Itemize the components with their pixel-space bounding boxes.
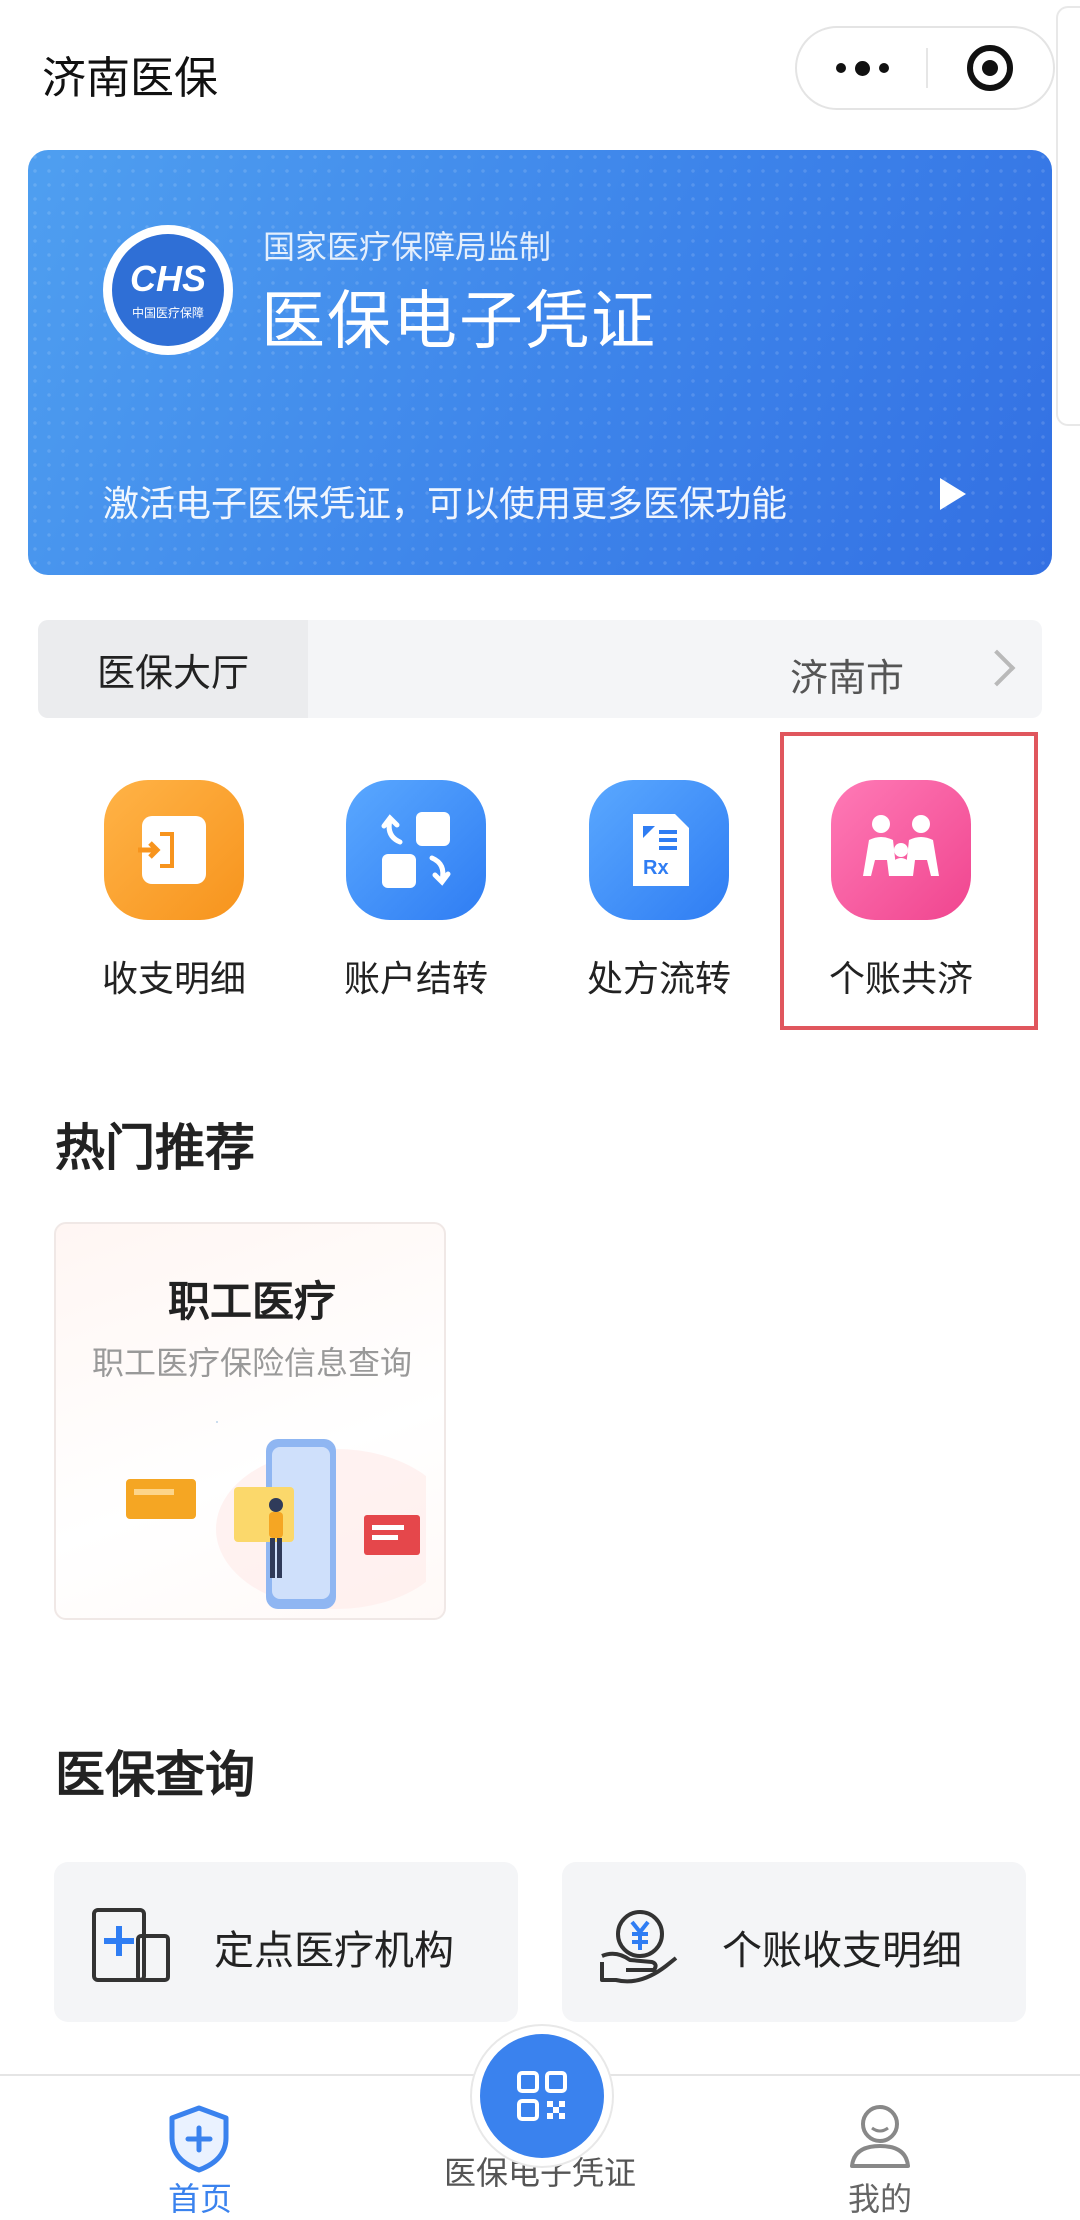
- phone-illustration-icon: [126, 1421, 426, 1609]
- activation-hint[interactable]: 激活电子医保凭证，可以使用更多医保功能: [103, 475, 787, 527]
- highlight-annotation-box: [780, 732, 1038, 1030]
- tab-label: 我的: [847, 2180, 912, 2218]
- query-label: 个账收支明细: [722, 1928, 962, 1974]
- user-icon: [850, 2105, 910, 2168]
- qr-code-icon: [517, 2071, 567, 2121]
- section-title-hot: 热门推荐: [55, 1119, 255, 1177]
- card-title: 职工医疗: [167, 1277, 336, 1326]
- quick-action-label: 收支明细: [101, 959, 246, 1000]
- mini-program-capsule: [795, 26, 1055, 110]
- side-edge-panel: [1056, 6, 1080, 426]
- quick-action-income-expense[interactable]: 收支明细: [70, 780, 270, 1000]
- tab-label: 首页: [167, 2180, 232, 2218]
- close-target-icon[interactable]: [967, 45, 1013, 91]
- card-subtitle: 职工医疗保险信息查询: [91, 1344, 412, 1382]
- tab-mine[interactable]: 我的: [800, 2076, 960, 2220]
- account-transfer-icon: [346, 780, 486, 920]
- banner-title: 医保电子凭证: [261, 285, 657, 359]
- city-selector[interactable]: 济南市: [790, 647, 904, 702]
- quick-action-label: 处方流转: [586, 959, 731, 1000]
- app-title: 济南医保: [42, 53, 218, 104]
- chevron-right-icon[interactable]: [978, 649, 1016, 687]
- medical-insurance-voucher-banner[interactable]: CHS 中国医疗保障 国家医疗保障局监制 医保电子凭证 激活电子医保凭证，可以使…: [28, 150, 1052, 575]
- chs-logo: CHS 中国医疗保障: [103, 225, 233, 355]
- capsule-divider: [926, 48, 928, 88]
- chs-logo-text: CHS: [129, 258, 206, 299]
- query-label: 定点医疗机构: [214, 1928, 454, 1974]
- home-shield-icon: [169, 2105, 229, 2173]
- employee-medical-card[interactable]: 职工医疗 职工医疗保险信息查询: [54, 1222, 446, 1620]
- tab-home[interactable]: 首页: [120, 2076, 280, 2220]
- prescription-icon: Rx: [589, 780, 729, 920]
- section-title-query: 医保查询: [55, 1746, 255, 1804]
- query-medical-institution[interactable]: 定点医疗机构: [54, 1862, 518, 2022]
- hall-tab[interactable]: 医保大厅: [38, 620, 308, 718]
- medical-institution-icon: [92, 1908, 170, 1982]
- header: 济南医保: [0, 0, 1080, 140]
- more-options-icon[interactable]: [797, 28, 927, 108]
- quick-action-prescription[interactable]: Rx 处方流转: [555, 780, 755, 1000]
- banner-subtitle: 国家医疗保障局监制: [263, 228, 552, 266]
- voucher-qr-button[interactable]: [480, 2034, 604, 2158]
- svg-text:Rx: Rx: [643, 857, 669, 879]
- quick-action-account-transfer[interactable]: 账户结转: [312, 780, 512, 1000]
- insurance-hall-row[interactable]: 医保大厅 济南市: [38, 620, 1042, 718]
- income-expense-icon: [104, 780, 244, 920]
- chs-logo-subtext: 中国医疗保障: [131, 306, 204, 320]
- query-account-payment[interactable]: 个账收支明细: [562, 1862, 1026, 2022]
- quick-action-label: 账户结转: [343, 959, 488, 1000]
- account-payment-icon: [600, 1910, 678, 1984]
- play-arrow-icon[interactable]: [940, 478, 966, 510]
